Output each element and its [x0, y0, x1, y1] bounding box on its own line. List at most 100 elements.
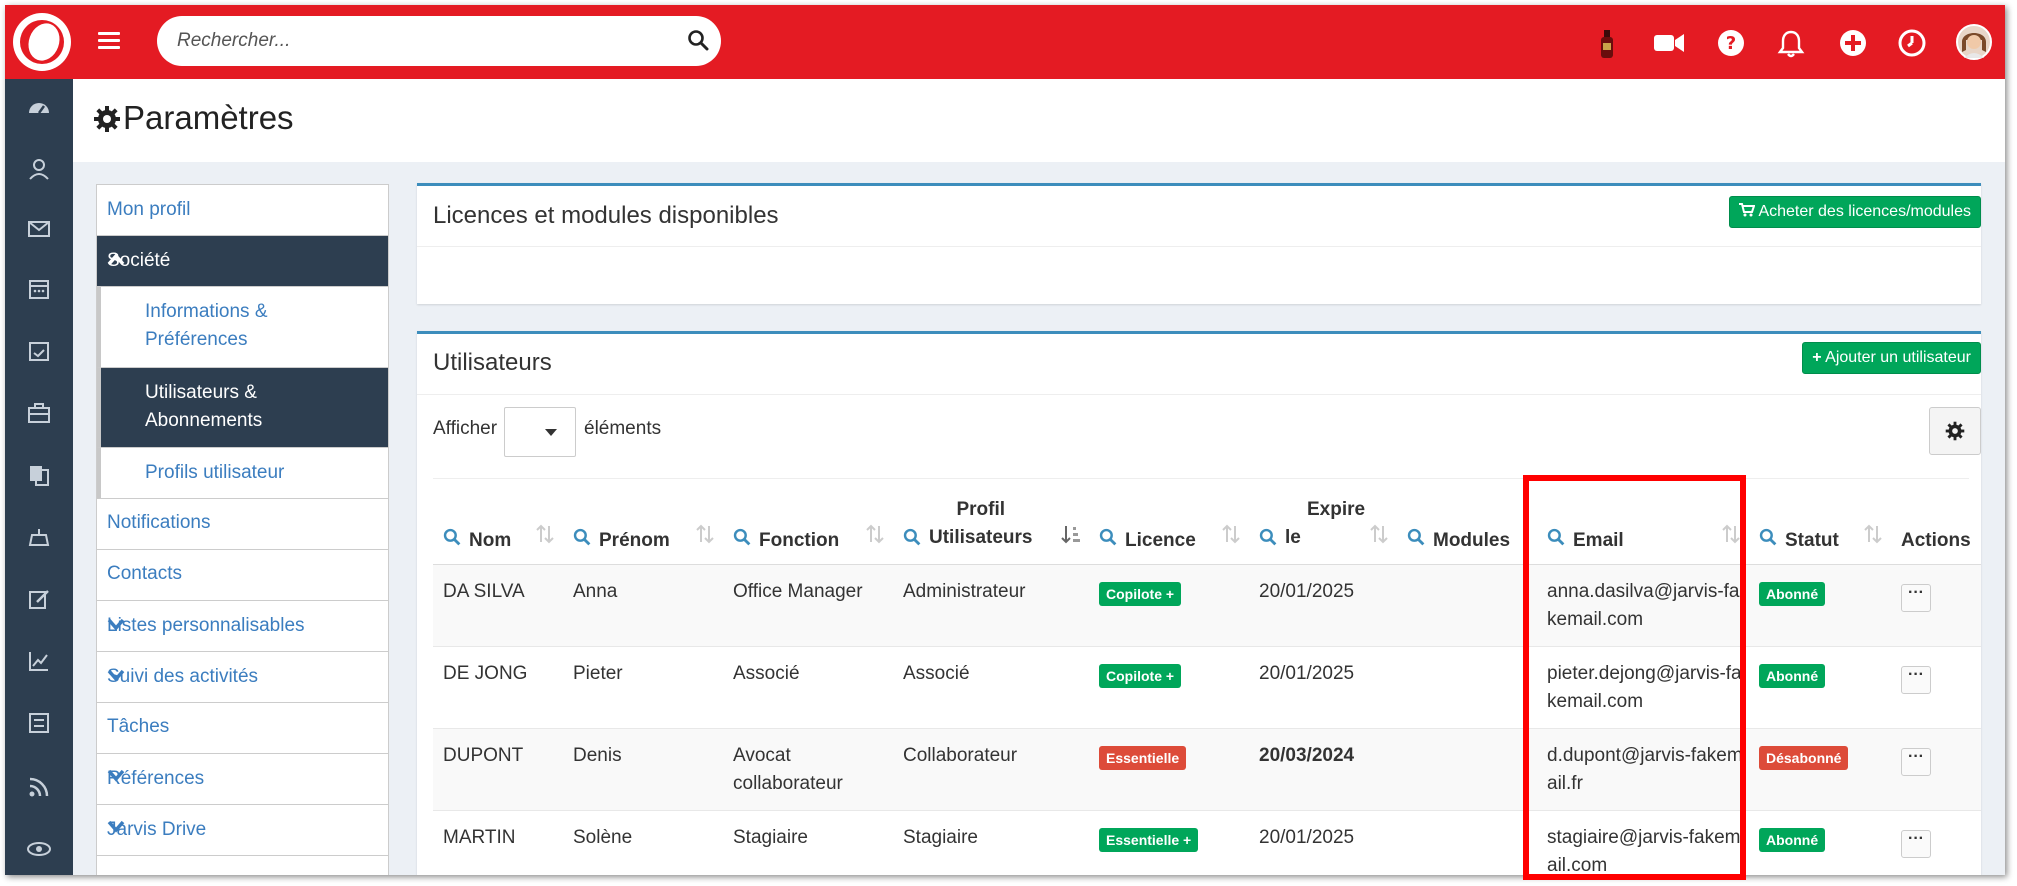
menu-item-notifications[interactable]: Notifications: [97, 499, 388, 550]
cell-profil: Associé: [893, 645, 1089, 728]
sort-icon[interactable]: [695, 524, 715, 550]
more-actions-button[interactable]: ···: [1901, 829, 1931, 858]
table-row[interactable]: DA SILVA Anna Office Manager Administrat…: [433, 563, 1981, 646]
menu-item-taches[interactable]: Tâches: [97, 703, 388, 754]
cell-actions: ···: [1891, 727, 1981, 810]
chevron-down-icon: [107, 817, 376, 839]
sort-desc-icon[interactable]: [1061, 524, 1081, 550]
search-icon[interactable]: [1099, 528, 1117, 552]
mail-icon[interactable]: [27, 217, 51, 241]
page-title: Paramètres: [123, 99, 294, 136]
app-logo[interactable]: [13, 13, 71, 71]
table-row[interactable]: MARTIN Solène Stagiaire Stagiaire Essent…: [433, 809, 1981, 875]
cell-profil: Administrateur: [893, 563, 1089, 646]
cell-nom: DUPONT: [433, 727, 563, 810]
cell-prenom: Denis: [563, 727, 723, 810]
settings-menu: Mon profil Société Informations & Préfér…: [96, 184, 389, 875]
more-actions-button[interactable]: ···: [1901, 583, 1931, 612]
help-icon[interactable]: ?: [1717, 29, 1745, 57]
search-icon[interactable]: [733, 528, 751, 552]
bell-icon[interactable]: [1777, 29, 1805, 58]
search-icon[interactable]: [903, 528, 921, 552]
show-label: Afficher: [433, 418, 498, 439]
more-actions-button[interactable]: ···: [1901, 665, 1931, 694]
plus-circle-icon[interactable]: [1839, 29, 1867, 57]
column-header-nom[interactable]: Nom: [433, 482, 563, 565]
cell-modules: [1397, 645, 1537, 728]
cell-modules: [1397, 809, 1537, 875]
documents-icon[interactable]: [27, 463, 51, 487]
main-content: Paramètres Mon profil Société Informatio…: [73, 79, 2005, 875]
add-user-button[interactable]: + Ajouter un utilisateur: [1802, 342, 1981, 374]
menu-item-informations[interactable]: Informations & Préférences: [97, 287, 388, 368]
timer-icon[interactable]: [27, 525, 51, 549]
clock-icon[interactable]: [1898, 29, 1926, 57]
users-table: Nom Prénom Fonction Profil Utilisateurs L…: [433, 482, 1981, 875]
status-badge: Désabonné: [1759, 745, 1849, 770]
buy-licences-button[interactable]: Acheter des licences/modules: [1728, 196, 1981, 228]
table-header-row: Nom Prénom Fonction Profil Utilisateurs L…: [433, 482, 1981, 565]
menu-item-utilisateurs[interactable]: Utilisateurs & Abonnements: [97, 368, 388, 448]
wine-bottle-icon[interactable]: [1593, 29, 1621, 58]
cart-icon: [1738, 203, 1756, 217]
more-actions-button[interactable]: ···: [1901, 747, 1931, 776]
search-icon[interactable]: [1547, 528, 1565, 552]
chevron-down-icon: [107, 666, 376, 688]
search-icon[interactable]: [573, 528, 591, 552]
calendar-check-icon[interactable]: [27, 339, 51, 363]
chart-icon[interactable]: [27, 649, 51, 673]
sort-icon[interactable]: [865, 524, 885, 550]
column-header-expire[interactable]: Expire le: [1249, 482, 1397, 565]
globe-icon[interactable]: [27, 837, 51, 861]
table-settings-button[interactable]: [1929, 407, 1981, 455]
sort-icon[interactable]: [1721, 524, 1741, 550]
menu-item-drive[interactable]: Jarvis Drive: [97, 805, 388, 856]
page-length-select[interactable]: [504, 407, 576, 457]
menu-item-societe[interactable]: Société: [97, 236, 388, 287]
menu-item-references[interactable]: Références: [97, 754, 388, 805]
edit-icon[interactable]: [27, 587, 51, 611]
user-avatar[interactable]: [1956, 24, 1992, 60]
column-header-modules[interactable]: Modules: [1397, 482, 1537, 565]
licence-badge: Essentielle: [1099, 745, 1187, 770]
column-header-prenom[interactable]: Prénom: [563, 482, 723, 565]
column-header-profil[interactable]: Profil Utilisateurs: [893, 482, 1089, 565]
cell-fonction: Stagiaire: [723, 809, 893, 875]
dashboard-icon[interactable]: [27, 97, 51, 121]
table-row[interactable]: DE JONG Pieter Associé Associé Copilote …: [433, 645, 1981, 728]
menu-item-contacts[interactable]: Contacts: [97, 550, 388, 601]
sort-icon[interactable]: [1369, 524, 1389, 550]
top-bar: ?: [5, 5, 2005, 79]
sort-icon[interactable]: [1863, 524, 1883, 550]
cell-statut: Abonné: [1749, 563, 1891, 646]
column-header-statut[interactable]: Statut: [1749, 482, 1891, 565]
cell-expire: 20/01/2025: [1249, 645, 1397, 728]
column-header-fonction[interactable]: Fonction: [723, 482, 893, 565]
column-header-email[interactable]: Email: [1537, 482, 1749, 565]
menu-item-listes[interactable]: Listes personnalisables: [97, 601, 388, 652]
menu-item-suivi[interactable]: Suivi des activités: [97, 652, 388, 703]
contacts-icon[interactable]: [27, 157, 51, 181]
cell-fonction: Office Manager: [723, 563, 893, 646]
menu-item-mon-profil[interactable]: Mon profil: [97, 185, 388, 236]
sort-icon[interactable]: [1221, 524, 1241, 550]
table-row[interactable]: DUPONT Denis Avocat collaborateur Collab…: [433, 727, 1981, 810]
search-icon[interactable]: [1407, 528, 1425, 552]
cell-prenom: Solène: [563, 809, 723, 875]
search-icon[interactable]: [1259, 528, 1277, 552]
search-icon[interactable]: [687, 29, 709, 56]
search-icon[interactable]: [443, 528, 461, 552]
calendar-icon[interactable]: [27, 277, 51, 301]
search-icon[interactable]: [1759, 528, 1777, 552]
hamburger-menu-icon[interactable]: [98, 32, 120, 50]
column-header-licence[interactable]: Licence: [1089, 482, 1249, 565]
menu-item-profils[interactable]: Profils utilisateur: [97, 448, 388, 499]
sort-icon[interactable]: [535, 524, 555, 550]
search-input[interactable]: [177, 26, 657, 56]
elements-label: éléments: [584, 418, 662, 439]
rss-icon[interactable]: [27, 775, 51, 799]
briefcase-icon[interactable]: [27, 401, 51, 425]
cell-statut: Abonné: [1749, 809, 1891, 875]
list-icon[interactable]: [27, 711, 51, 735]
video-camera-icon[interactable]: [1653, 29, 1684, 57]
